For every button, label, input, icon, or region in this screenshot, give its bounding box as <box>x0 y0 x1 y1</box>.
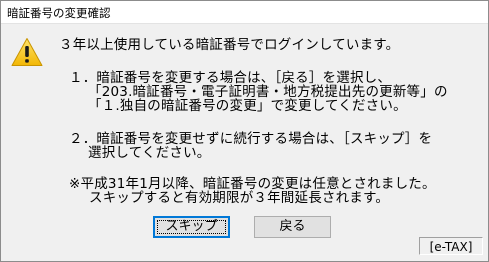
title-bar[interactable]: 暗証番号の変更確認 <box>1 1 488 24</box>
message-item2-line2: 選択してください。 <box>88 145 211 161</box>
back-button[interactable]: 戻る <box>254 216 331 238</box>
focus-ring <box>157 220 226 234</box>
window-title: 暗証番号の変更確認 <box>7 6 111 20</box>
dialog-window: 暗証番号の変更確認 ３年以上使用している暗証番号でログインしています。 １．暗証… <box>0 0 489 262</box>
message-item1-line3: 「１.独自の暗証番号の変更」で変更してください。 <box>88 98 407 114</box>
message-note-line2: スキップすると有効期限が３年間延長されます。 <box>89 190 390 206</box>
message-line-1: ３年以上使用している暗証番号でログインしています。 <box>59 37 400 53</box>
app-label: [e-TAX] <box>419 237 483 255</box>
skip-button[interactable]: スキップ <box>153 216 230 238</box>
warning-icon <box>11 38 43 66</box>
back-button-label: 戻る <box>279 219 306 234</box>
